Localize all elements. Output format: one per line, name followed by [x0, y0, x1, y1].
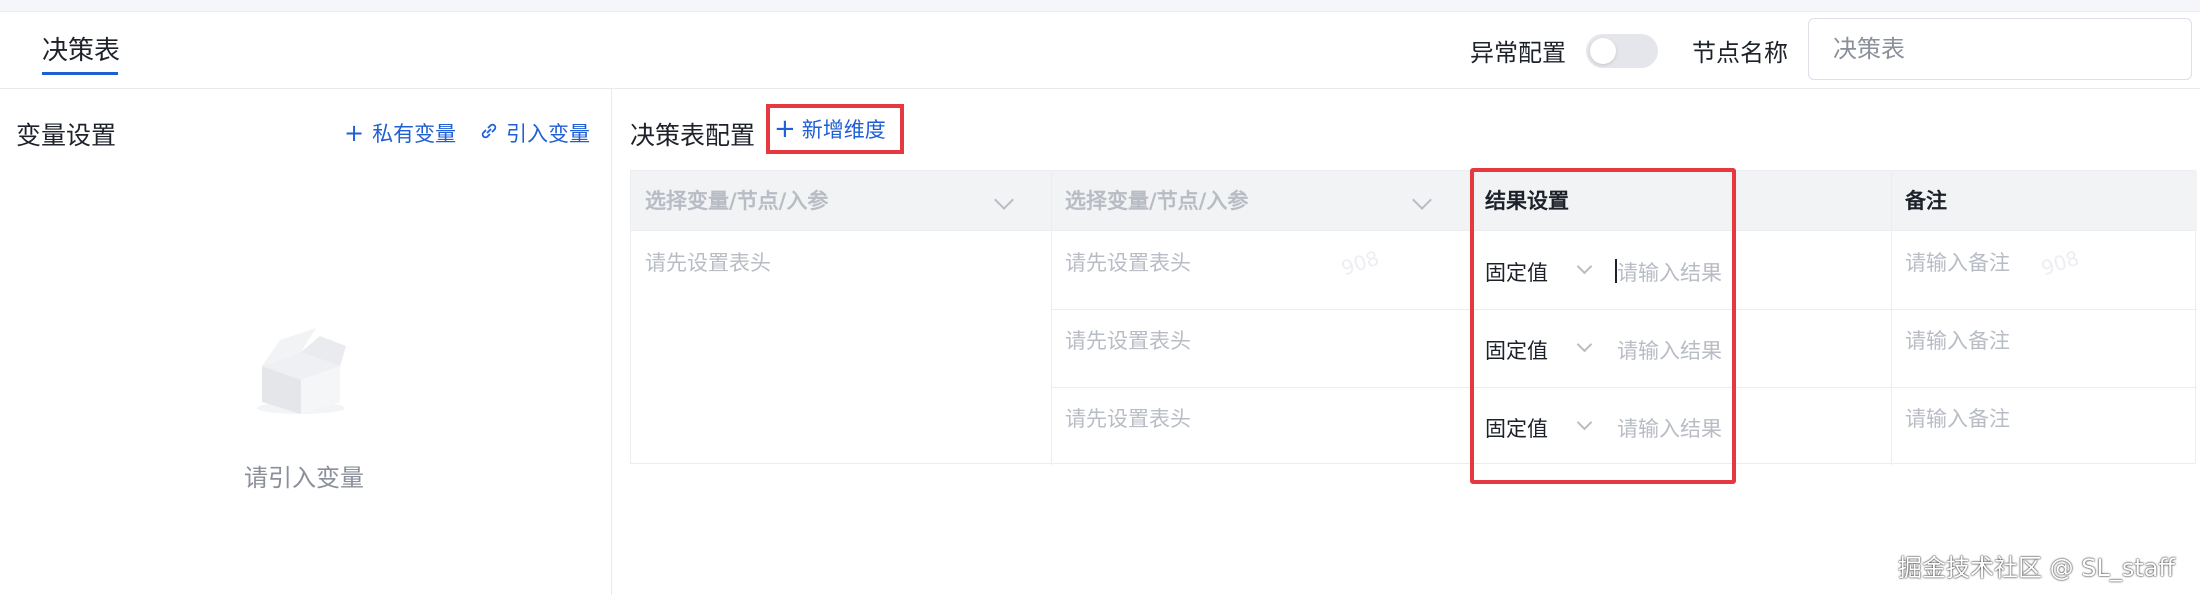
top-strip: [0, 0, 2200, 12]
add-dimension-label: 新增维度: [801, 118, 886, 142]
exception-config-toggle[interactable]: [1586, 34, 1658, 68]
remark-input[interactable]: 请输入备注: [1905, 403, 2010, 433]
tab-decision-table[interactable]: 决策表: [42, 30, 120, 67]
import-variable-button[interactable]: 引入变量: [480, 118, 590, 148]
node-name-label: 节点名称: [1692, 39, 1788, 67]
exception-config-label: 异常配置: [1470, 39, 1566, 67]
variable-settings-title: 变量设置: [16, 121, 117, 150]
decision-table-config-title: 决策表配置: [630, 121, 756, 150]
empty-box-icon: [246, 310, 356, 420]
column-header-select-var-2[interactable]: 选择变量/节点/入参: [1065, 171, 1248, 231]
private-variable-button[interactable]: + 私有变量: [344, 118, 456, 148]
table-cell-col1[interactable]: 请先设置表头: [645, 247, 771, 277]
import-variable-label: 引入变量: [506, 122, 590, 146]
column-divider: [1051, 171, 1052, 465]
node-name-input[interactable]: 决策表: [1808, 18, 2192, 80]
remark-input[interactable]: 请输入备注: [1905, 247, 2010, 277]
link-icon: [480, 121, 498, 145]
decision-table: 选择变量/节点/入参 选择变量/节点/入参 结果设置 备注 请先设置表头 请先设…: [630, 170, 2197, 465]
result-column-highlight: [1470, 168, 1736, 484]
plus-icon: +: [774, 114, 796, 144]
cell-watermark: 908: [1338, 245, 1382, 281]
remark-input[interactable]: 请输入备注: [1905, 325, 2010, 355]
table-cell-col2[interactable]: 请先设置表头: [1065, 247, 1191, 277]
column-header-remark: 备注: [1905, 189, 1947, 213]
toggle-knob: [1590, 38, 1616, 64]
add-dimension-button[interactable]: + 新增维度: [766, 104, 904, 154]
table-cell-col2[interactable]: 请先设置表头: [1065, 325, 1191, 355]
private-variable-label: 私有变量: [372, 122, 457, 146]
active-tab-indicator: [42, 72, 118, 75]
chevron-down-icon[interactable]: [994, 190, 1014, 210]
column-header-select-var-1[interactable]: 选择变量/节点/入参: [645, 171, 828, 231]
table-header: 选择变量/节点/入参 选择变量/节点/入参 结果设置 备注: [631, 171, 2197, 231]
empty-state-text: 请引入变量: [244, 464, 364, 492]
chevron-down-icon[interactable]: [1412, 190, 1432, 210]
plus-icon: +: [344, 119, 365, 147]
column-divider: [1891, 171, 1892, 465]
cell-watermark: 908: [2038, 245, 2082, 281]
table-cell-col2[interactable]: 请先设置表头: [1065, 403, 1191, 433]
site-watermark: 掘金技术社区 @ SL_staff: [1898, 554, 2176, 582]
